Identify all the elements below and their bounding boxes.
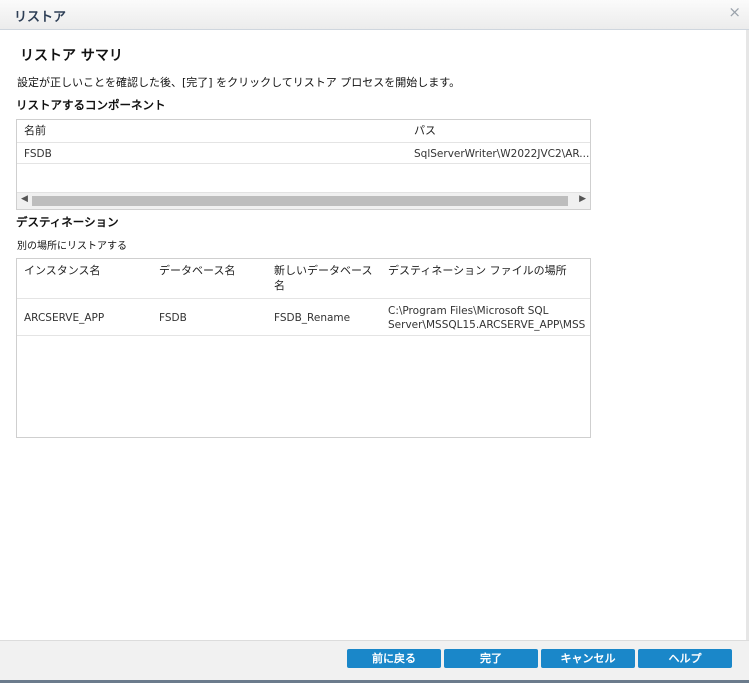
- close-icon[interactable]: ×: [728, 3, 741, 21]
- new-database-cell[interactable]: FSDB_Rename: [274, 312, 350, 325]
- location-cell-line1: C:\Program Files\Microsoft SQL: [388, 305, 549, 317]
- column-header-new-database[interactable]: 新しいデータベース名: [274, 263, 377, 293]
- dialog-footer: 前に戻る 完了 キャンセル ヘルプ: [0, 640, 749, 681]
- row-divider: [17, 335, 590, 336]
- column-header-path[interactable]: パス: [414, 123, 436, 138]
- location-cell-line2: Server\MSSQL15.ARCSERVE_APP\MSS: [388, 319, 586, 331]
- destination-section-title: デスティネーション: [16, 215, 119, 229]
- column-header-name[interactable]: 名前: [24, 123, 46, 138]
- help-button[interactable]: ヘルプ: [638, 649, 732, 668]
- cancel-button[interactable]: キャンセル: [541, 649, 635, 668]
- instructions-text: 設定が正しいことを確認した後、[完了] をクリックしてリストア プロセスを開始し…: [17, 76, 461, 89]
- dialog-titlebar: リストア ×: [0, 0, 749, 30]
- restore-option-text: 別の場所にリストアする: [17, 241, 127, 252]
- database-cell: FSDB: [159, 312, 187, 324]
- finish-button[interactable]: 完了: [444, 649, 538, 668]
- destination-table: インスタンス名 データベース名 新しいデータベース名 デスティネーション ファイ…: [16, 258, 591, 438]
- header-divider: [17, 142, 590, 143]
- scrollbar-thumb[interactable]: [32, 196, 568, 206]
- dialog-title: リストア: [14, 10, 67, 25]
- components-table: 名前 パス FSDB SqlServerWriter\W2022JVC2\AR.…: [16, 119, 591, 210]
- page-title: リストア サマリ: [20, 48, 123, 64]
- instance-cell: ARCSERVE_APP: [24, 312, 105, 324]
- horizontal-scrollbar[interactable]: ◀ ▶: [17, 192, 590, 209]
- component-name-cell: FSDB: [24, 148, 52, 160]
- header-divider: [17, 298, 590, 299]
- scroll-right-icon[interactable]: ▶: [579, 194, 586, 204]
- back-button[interactable]: 前に戻る: [347, 649, 441, 668]
- column-header-location[interactable]: デスティネーション ファイルの場所: [388, 263, 567, 278]
- column-header-database[interactable]: データベース名: [159, 263, 235, 278]
- scroll-left-icon[interactable]: ◀: [21, 194, 28, 204]
- components-section-title: リストアするコンポーネント: [16, 98, 166, 112]
- row-divider: [17, 163, 590, 164]
- column-header-instance[interactable]: インスタンス名: [24, 263, 101, 278]
- component-path-cell: SqlServerWriter\W2022JVC2\AR...: [414, 148, 590, 160]
